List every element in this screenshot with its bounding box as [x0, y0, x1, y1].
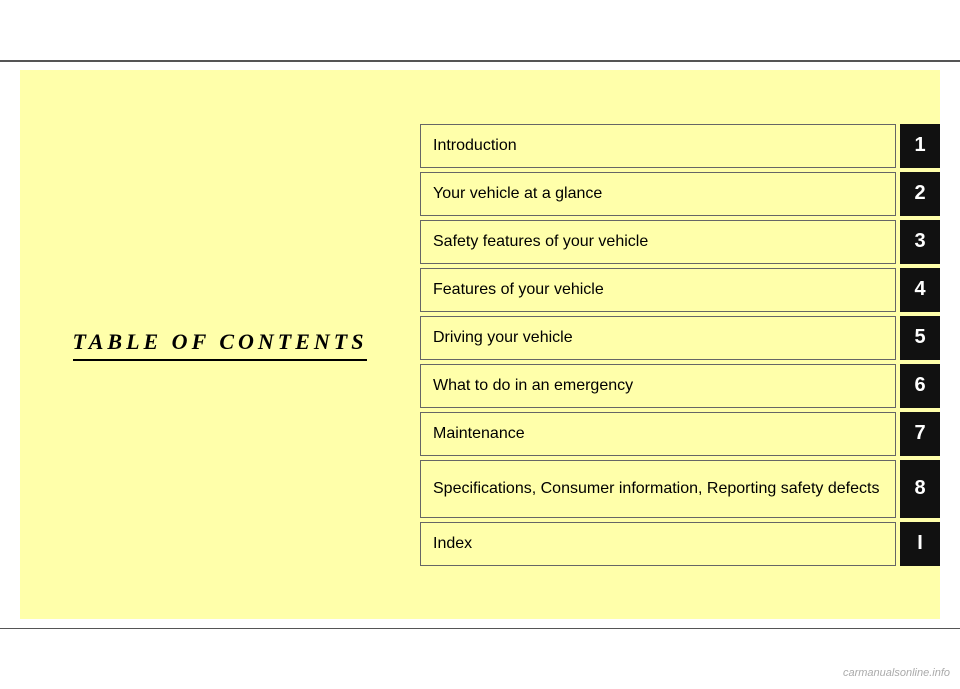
toc-number: 8	[900, 460, 940, 518]
toc-label: Maintenance	[420, 412, 896, 456]
toc-row[interactable]: Safety features of your vehicle3	[420, 220, 940, 264]
toc-label: Safety features of your vehicle	[420, 220, 896, 264]
main-area: TABLE OF CONTENTS Introduction1Your vehi…	[20, 70, 940, 619]
watermark: carmanualsonline.info	[843, 667, 950, 679]
toc-number: 4	[900, 268, 940, 312]
toc-number: I	[900, 522, 940, 566]
toc-number: 1	[900, 124, 940, 168]
toc-label: Index	[420, 522, 896, 566]
left-section: TABLE OF CONTENTS	[20, 70, 420, 619]
toc-row[interactable]: Your vehicle at a glance2	[420, 172, 940, 216]
toc-row[interactable]: Driving your vehicle5	[420, 316, 940, 360]
toc-row[interactable]: What to do in an emergency6	[420, 364, 940, 408]
toc-label: Your vehicle at a glance	[420, 172, 896, 216]
toc-row[interactable]: Maintenance7	[420, 412, 940, 456]
toc-number: 7	[900, 412, 940, 456]
toc-number: 6	[900, 364, 940, 408]
toc-label: Specifications, Consumer information, Re…	[420, 460, 896, 518]
toc-list: Introduction1Your vehicle at a glance2Sa…	[420, 70, 940, 619]
toc-label: What to do in an emergency	[420, 364, 896, 408]
toc-number: 2	[900, 172, 940, 216]
toc-label: Introduction	[420, 124, 896, 168]
toc-row[interactable]: Features of your vehicle4	[420, 268, 940, 312]
top-rule	[0, 60, 960, 62]
toc-number: 5	[900, 316, 940, 360]
toc-label: Driving your vehicle	[420, 316, 896, 360]
toc-label: Features of your vehicle	[420, 268, 896, 312]
toc-row[interactable]: Specifications, Consumer information, Re…	[420, 460, 940, 518]
toc-number: 3	[900, 220, 940, 264]
toc-row[interactable]: Introduction1	[420, 124, 940, 168]
bottom-rule	[0, 628, 960, 630]
toc-row[interactable]: IndexI	[420, 522, 940, 566]
toc-title: TABLE OF CONTENTS	[73, 329, 368, 361]
